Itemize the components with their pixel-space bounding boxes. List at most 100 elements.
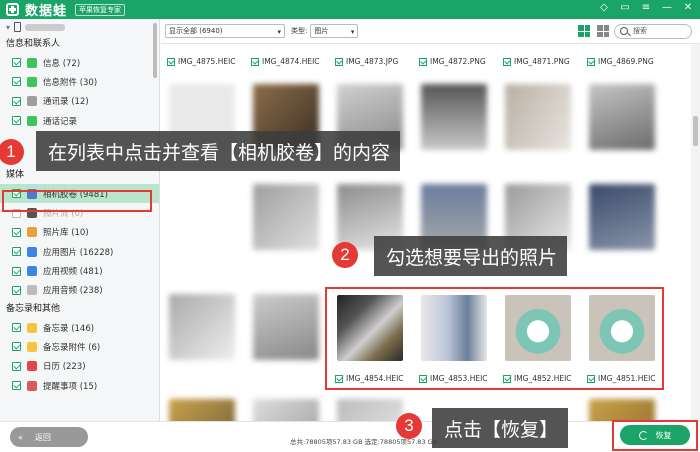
phone-icon [14, 22, 22, 32]
sidebar-item[interactable]: 通话记录 [0, 111, 159, 130]
photo-thumb[interactable] [421, 84, 487, 150]
photo-thumb[interactable] [169, 294, 235, 360]
restore-label: 恢复 [655, 430, 672, 440]
photo-label[interactable]: IMG_4873.JPG [329, 57, 413, 66]
file-name: IMG_4875.HEIC [178, 57, 236, 66]
highlight-camera-roll [2, 190, 152, 212]
checkbox[interactable] [12, 342, 21, 352]
menu-icon[interactable]: ≡ [640, 2, 652, 13]
close-icon[interactable]: ✕ [682, 2, 694, 13]
sidebar-group-title: 备忘录和其他 [6, 303, 61, 314]
list-view-icon[interactable] [596, 24, 610, 38]
photo-label[interactable]: IMG_4875.HEIC [161, 57, 245, 66]
checkbox[interactable] [251, 57, 259, 66]
bottom-bar: « 返回 总共:78805项57.83 GB 选定:78805项57.83 GB [0, 421, 700, 452]
category-icon [27, 285, 37, 296]
sidebar-item[interactable]: 应用图片 (16228) [0, 242, 159, 261]
checkbox[interactable] [335, 57, 343, 66]
photo-thumb[interactable] [253, 184, 319, 250]
callout-1: 在列表中点击并查看【相机胶卷】的内容 [36, 131, 401, 171]
checkbox[interactable] [12, 116, 21, 126]
checkbox[interactable] [12, 323, 21, 333]
photo-label[interactable]: IMG_4869.PNG [581, 57, 665, 66]
collapse-icon[interactable]: ▾ [6, 23, 10, 32]
checkbox[interactable] [12, 285, 21, 295]
photo-label[interactable]: IMG_4872.PNG [413, 57, 497, 66]
sidebar-item-label: 提醒事项 (15) [43, 381, 98, 392]
device-name [25, 23, 66, 31]
checkbox[interactable] [419, 57, 427, 66]
grid-view-icon[interactable] [577, 24, 591, 38]
photo-thumb[interactable] [589, 399, 655, 421]
category-icon [27, 246, 37, 257]
sidebar-item[interactable]: 信息附件 (30) [0, 72, 159, 91]
checkbox[interactable] [12, 381, 21, 390]
checkbox[interactable] [12, 266, 21, 276]
checkbox[interactable] [12, 96, 21, 106]
chat-icon[interactable]: ▭ [619, 2, 631, 13]
photo-label[interactable]: IMG_4871.PNG [497, 57, 581, 66]
category-icon [27, 227, 37, 238]
sidebar-item[interactable]: 应用视频 (481) [0, 261, 159, 280]
status-text: 总共:78805项57.83 GB 选定:78805项57.83 GB [290, 438, 438, 446]
sidebar-item-label: 照片库 (10) [43, 228, 89, 239]
search-input[interactable]: 搜索 [614, 24, 692, 39]
category-icon [27, 266, 37, 277]
filter-select[interactable]: 显示全部 (6940) ▾ [165, 24, 285, 38]
checkbox[interactable] [587, 57, 595, 66]
category-icon [27, 115, 37, 126]
sidebar-item[interactable]: 通讯录 (12) [0, 92, 159, 111]
type-select[interactable]: 图片 ▾ [310, 24, 359, 38]
sidebar-item[interactable]: 日历 (223) [0, 357, 159, 376]
sidebar-item-label: 备忘录附件 (6) [43, 342, 101, 353]
app-name: 数据蛙 [25, 4, 68, 19]
photo-thumb[interactable] [589, 184, 655, 250]
minimize-icon[interactable]: — [661, 2, 673, 13]
device-row[interactable]: ▾ [0, 19, 159, 35]
checkbox[interactable] [12, 77, 21, 87]
photo-thumb[interactable] [505, 84, 571, 150]
window-controls: ◇ ▭ ≡ — ✕ [598, 2, 694, 13]
sidebar-item[interactable]: 备忘录附件 (6) [0, 337, 159, 356]
checkbox[interactable] [12, 227, 21, 237]
photo-thumb[interactable] [589, 84, 655, 150]
back-label: 返回 [34, 432, 51, 442]
photo-thumb[interactable] [169, 399, 235, 421]
checkbox[interactable] [12, 247, 21, 257]
checkbox[interactable] [167, 57, 175, 66]
app-tag: 苹果恢复专家 [75, 3, 126, 16]
sidebar-item[interactable]: 提醒事项 (15) [0, 376, 159, 395]
checkbox[interactable] [503, 57, 511, 66]
restore-button[interactable]: 恢复 [620, 425, 690, 445]
sidebar-item[interactable]: 信息 (72) [0, 53, 159, 72]
scroll-thumb[interactable] [693, 116, 698, 146]
file-name: IMG_4873.JPG [346, 57, 399, 66]
category-icon [27, 380, 37, 391]
callout-3: 点击【恢复】 [432, 408, 569, 448]
category-icon [27, 57, 37, 68]
file-name: IMG_4874.HEIC [262, 57, 320, 66]
sidebar-scrollbar[interactable] [153, 23, 157, 78]
photo-thumb[interactable] [337, 399, 403, 421]
photo-thumb[interactable] [253, 294, 319, 360]
type-label: 类型: [291, 27, 308, 35]
top-label-row: IMG_4875.HEIC IMG_4874.HEIC IMG_4873.JPG IM… [161, 57, 665, 66]
diamond-icon[interactable]: ◇ [598, 2, 610, 13]
sidebar-item[interactable]: 备忘录 (146) [0, 318, 159, 337]
back-button[interactable]: « 返回 [10, 427, 88, 447]
filter-value: 显示全部 (6940) [169, 27, 223, 35]
sidebar-item-label: 应用音频 (238) [43, 286, 103, 297]
sidebar-item[interactable]: 应用音频 (238) [0, 281, 159, 300]
sidebar-item-label: 信息附件 (30) [43, 77, 98, 88]
photo-label[interactable]: IMG_4874.HEIC [245, 57, 329, 66]
checkbox[interactable] [12, 361, 21, 371]
sidebar-item[interactable]: 照片库 (10) [0, 223, 159, 242]
callout-2-number: 2 [332, 242, 358, 268]
checkbox[interactable] [12, 58, 21, 68]
category-icon [27, 96, 37, 107]
app-logo: 数据蛙 苹果恢复专家 [6, 0, 126, 19]
photo-thumb[interactable] [253, 399, 319, 421]
double-chevron-left-icon: « [18, 432, 23, 442]
sidebar-group-title: 信息和联系人 [6, 39, 61, 49]
grid-scrollbar[interactable] [691, 44, 700, 421]
